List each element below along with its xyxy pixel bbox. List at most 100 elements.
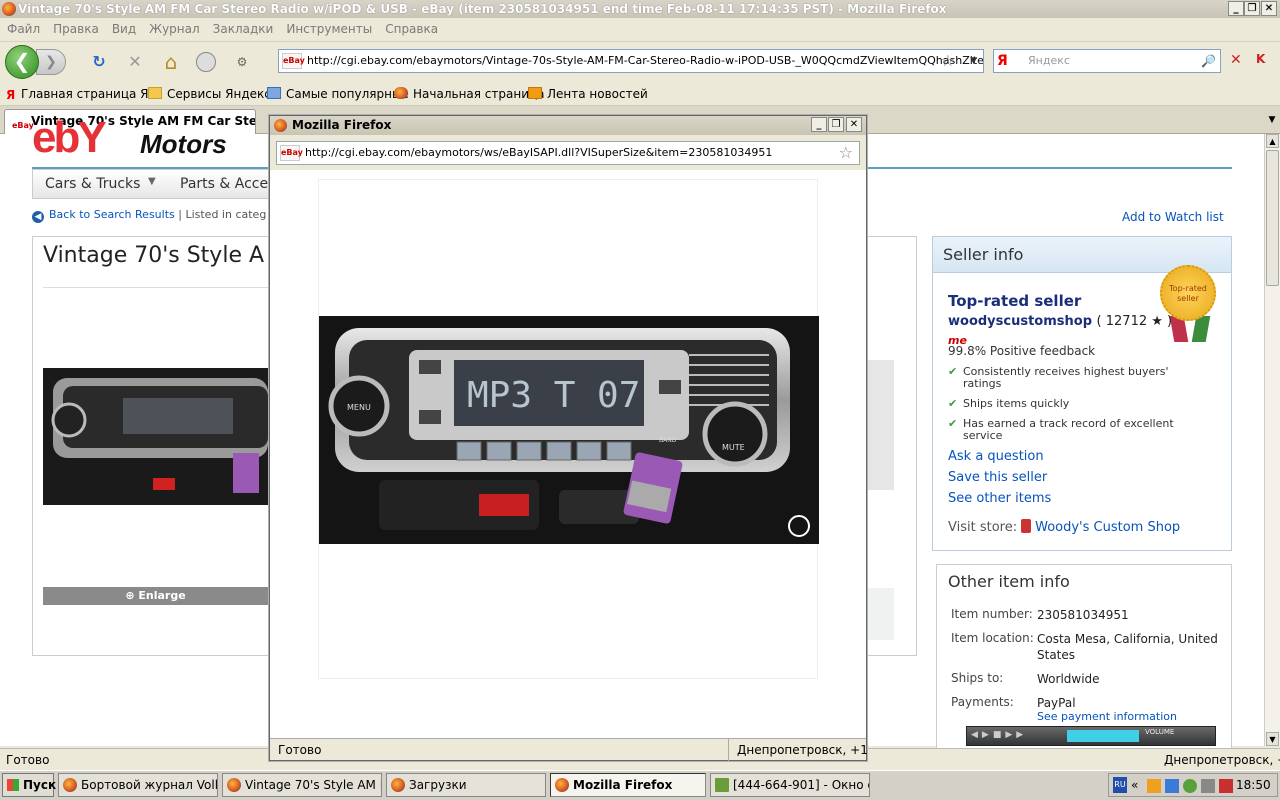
seller-feature: ✔ Consistently receives highest buyers' r… [948,365,1169,390]
url-bar[interactable]: eBay http://cgi.ebay.com/ebaymotors/Vint… [278,49,984,73]
tray-antivirus-icon[interactable] [1219,779,1233,793]
page-scrollbar[interactable]: ▲ ▼ [1264,134,1280,746]
buy-box [866,360,894,490]
bookmark-yandex-services[interactable]: Сервисы Яндекса [148,87,278,101]
seller-feature: ✔ Has earned a track record of excellent … [948,417,1174,442]
chat-icon[interactable] [196,52,216,72]
addon-k-icon[interactable]: K [1256,52,1272,70]
item-location-label: Item location: [951,631,1034,645]
reload-icon[interactable]: ↻ [89,52,109,72]
task-remote-window[interactable]: [444-664-901] - Окно со... [710,773,870,797]
menu-file[interactable]: Файл [0,18,46,36]
ships-to-label: Ships to: [951,671,1004,685]
url-text[interactable]: http://cgi.ebay.com/ebaymotors/Vintage-7… [307,54,983,67]
task-vintage-radio[interactable]: Vintage 70's Style AM FM... [222,773,382,797]
scroll-thumb[interactable] [1266,150,1279,286]
feedback-score[interactable]: ( 12712 ★ ) [1097,314,1173,329]
see-other-items-link[interactable]: See other items [948,491,1051,506]
menu-history[interactable]: Журнал [142,18,206,36]
task-downloads[interactable]: Загрузки [386,773,546,797]
item-number-label: Item number: [951,607,1033,621]
scroll-down-icon[interactable]: ▼ [1266,732,1279,746]
tray-player-icon[interactable] [1147,779,1161,793]
item-title: Vintage 70's Style A [43,243,265,268]
close-button[interactable]: ✕ [1261,1,1277,16]
language-indicator[interactable]: RU [1113,777,1127,793]
site-identity-icon[interactable]: eBay [282,53,305,69]
back-button[interactable]: ❮ [5,45,39,79]
tray-expand-icon[interactable]: « [1131,774,1138,796]
popup-minimize-button[interactable]: _ [811,117,827,132]
bookmark-start-page[interactable]: Начальная страница [394,87,545,101]
shipping-box [866,588,894,640]
url-dropdown-icon[interactable]: ▼ [970,50,977,72]
scroll-up-icon[interactable]: ▲ [1266,134,1279,148]
supersize-image-frame: MP3 T 07 MENU MUTE BAND [318,179,819,680]
seller-name[interactable]: woodyscustomshop ( 12712 ★ ) [948,314,1172,329]
payments-value: PayPal [1037,696,1076,710]
popup-url-bar[interactable]: eBay http://cgi.ebay.com/ebaymotors/ws/e… [276,141,860,165]
tray-speaker-icon[interactable] [1201,779,1215,793]
popup-url-text[interactable]: http://cgi.ebay.com/ebaymotors/ws/eBayIS… [305,146,772,159]
player-controls-icon[interactable]: ◀▶■▶▶ [971,730,1027,740]
menu-bookmarks[interactable]: Закладки [206,18,280,36]
positive-feedback: 99.8% Positive feedback [948,344,1096,358]
task-volkswagen-journal[interactable]: Бортовой журнал Volks... [58,773,218,797]
media-player-widget[interactable]: ◀▶■▶▶ VOLUME [966,726,1216,746]
home-icon[interactable]: ⌂ [161,52,181,72]
weather-location[interactable]: Днепропетровск, +1 [1144,749,1280,771]
tray-icq-icon[interactable] [1183,779,1197,793]
search-icon[interactable]: 🔎 [1201,50,1216,72]
car-stereo-photo[interactable]: MP3 T 07 MENU MUTE BAND [319,180,819,680]
windows-logo-icon [7,779,19,791]
enlarge-button[interactable]: ⊕ Enlarge [43,587,268,605]
back-to-search[interactable]: ◀ Back to Search Results | Listed in cate… [32,208,266,223]
tray-network-icon[interactable] [1165,779,1179,793]
addon-icon[interactable]: ✕ [1230,52,1246,70]
item-image-thumbnail[interactable] [43,287,268,587]
payments-label: Payments: [951,695,1014,709]
ask-a-question-link[interactable]: Ask a question [948,449,1044,464]
bookmark-most-popular[interactable]: Самые популярные [267,87,409,101]
forward-button[interactable]: ❯ [36,49,66,75]
yandex-logo-icon[interactable]: Я [997,52,1008,70]
store-link[interactable]: Woody's Custom Shop [1035,520,1180,535]
motors-logo[interactable]: Motors [140,129,227,160]
nav-dropdown-icon[interactable]: ▼ [148,176,156,187]
firefox-icon [227,778,241,792]
top-rated-seller-label[interactable]: Top-rated seller [948,292,1081,310]
nav-parts-accessories[interactable]: Parts & Access [180,176,283,192]
clock[interactable]: 18:50 [1236,778,1271,792]
tab-list-icon[interactable]: ▼ [1264,110,1280,130]
save-seller-link[interactable]: Save this seller [948,470,1047,485]
stop-icon[interactable]: ✕ [125,52,145,72]
nav-cars-trucks[interactable]: Cars & Trucks [45,176,140,192]
maximize-button[interactable]: ❐ [1244,1,1260,16]
start-button[interactable]: Пуск [2,773,56,797]
payment-info-link[interactable]: See payment information [1037,710,1177,723]
popup-weather-location[interactable]: Днепропетровск, +1 [728,739,868,761]
add-to-watch-list[interactable]: Add to Watch list [1122,210,1224,224]
site-identity-icon[interactable]: eBay [280,145,303,161]
firefox-icon [2,2,16,16]
minimize-button[interactable]: _ [1228,1,1244,16]
popup-maximize-button[interactable]: ❐ [828,117,844,132]
firefox-icon [63,778,77,792]
bookmark-star-icon[interactable]: ☆ [941,50,955,72]
task-mozilla-firefox[interactable]: Mozilla Firefox [550,773,706,797]
firefox-icon [394,87,408,99]
popup-close-button[interactable]: ✕ [846,117,862,132]
menu-help[interactable]: Справка [378,18,444,36]
item-location-value: Costa Mesa, California, United States [1037,632,1218,662]
bookmark-yandex-home[interactable]: Я Главная страница Я... [6,87,160,102]
menu-tools[interactable]: Инструменты [279,18,378,36]
search-input[interactable]: Я Яндекс 🔎 [993,49,1221,73]
popup-status-bar: Готово Днепропетровск, +1 [270,738,868,761]
ebay-logo[interactable]: ebY [32,116,107,160]
bookmark-news-feed[interactable]: Лента новостей [528,87,648,101]
menu-view[interactable]: Вид [105,18,142,36]
tools-icon[interactable]: ⚙ [232,52,252,72]
menu-edit[interactable]: Правка [46,18,105,36]
bookmark-star-icon[interactable]: ☆ [839,142,853,164]
volume-label: VOLUME [1145,728,1175,736]
